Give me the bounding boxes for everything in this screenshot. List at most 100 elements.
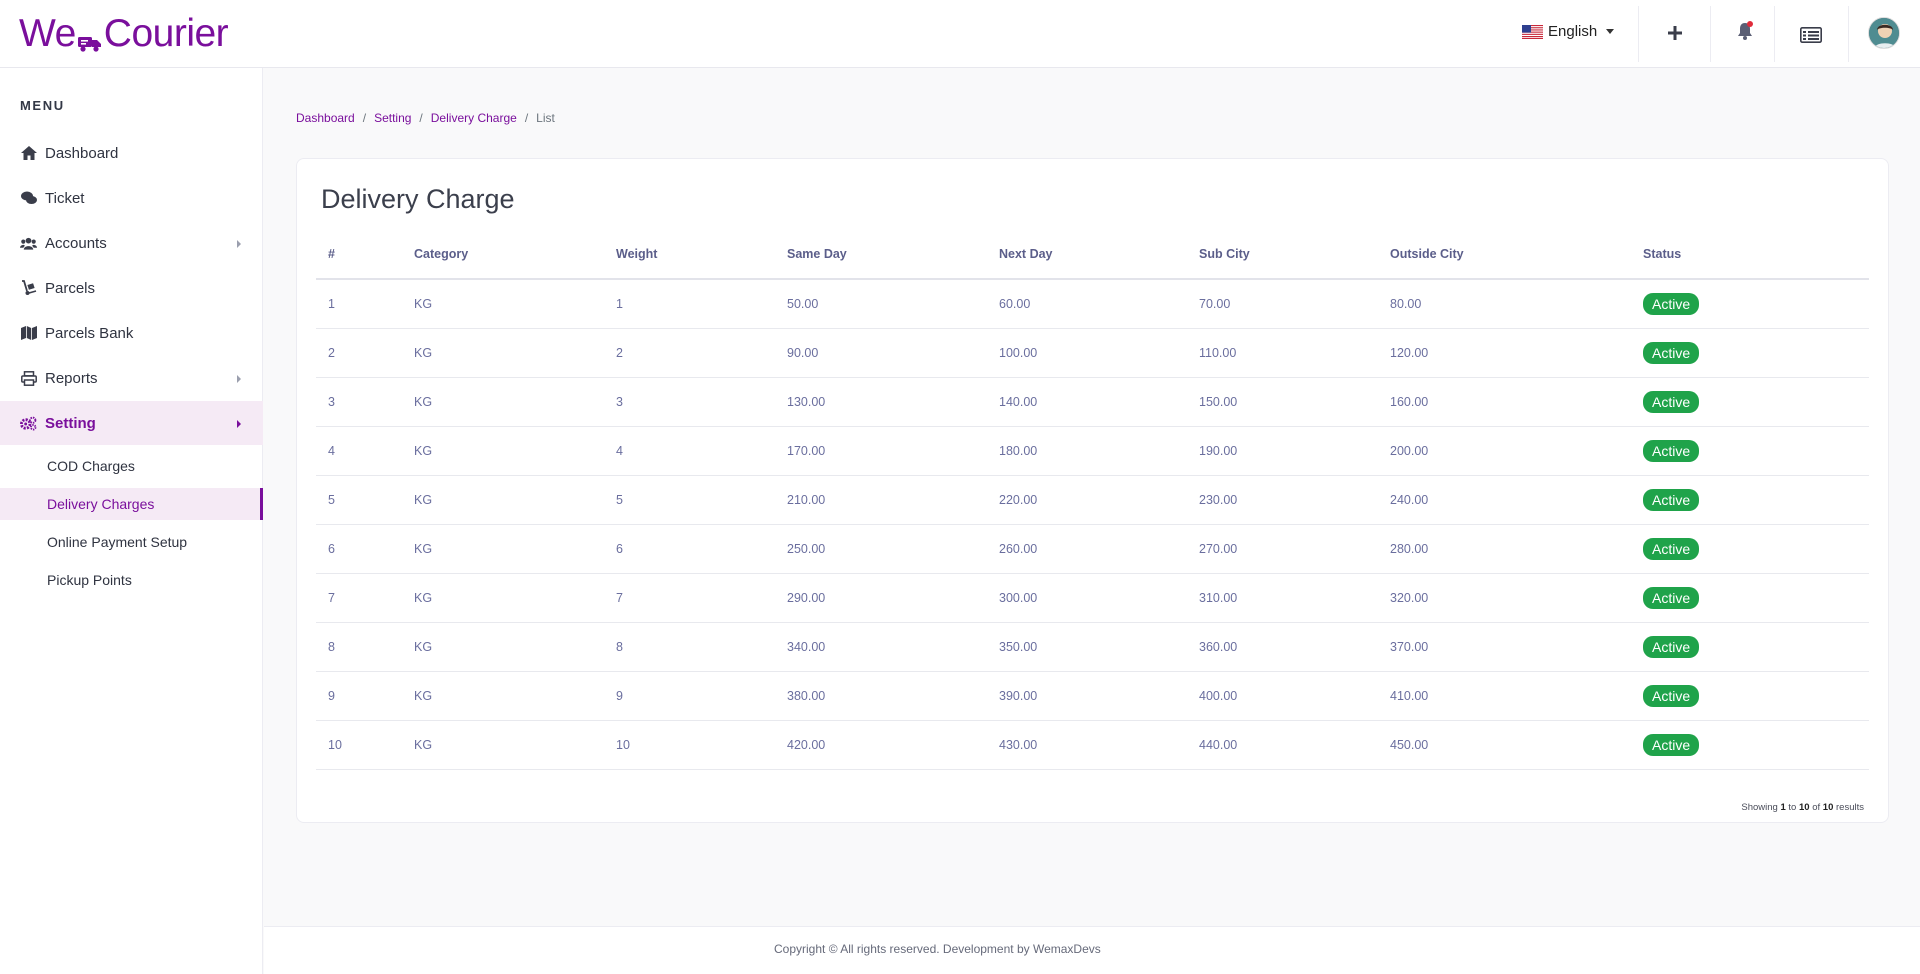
cell-sub-city: 150.00 xyxy=(1199,377,1390,427)
cell-same-day: 90.00 xyxy=(787,328,999,378)
cell-number: 5 xyxy=(316,475,414,525)
sidebar-subitem-cod-charges[interactable]: COD Charges xyxy=(0,450,263,482)
sidebar-subitem-label: Delivery Charges xyxy=(47,496,155,512)
cell-outside-city: 240.00 xyxy=(1390,475,1643,525)
cell-weight: 6 xyxy=(616,524,787,574)
cell-status: Active xyxy=(1643,622,1869,672)
cell-sub-city: 310.00 xyxy=(1199,573,1390,623)
status-badge: Active xyxy=(1643,341,1700,364)
breadcrumb-link-dashboard[interactable]: Dashboard xyxy=(296,111,355,125)
users-icon xyxy=(20,235,37,251)
cell-weight: 3 xyxy=(616,377,787,427)
table-row: 2 KG 2 90.00 100.00 110.00 120.00 Active xyxy=(316,328,1869,378)
sidebar-item-label: Accounts xyxy=(45,234,107,252)
sidebar-subitem-pickup-points[interactable]: Pickup Points xyxy=(0,564,263,596)
chevron-down-icon xyxy=(1606,29,1615,34)
cell-outside-city: 410.00 xyxy=(1390,671,1643,721)
cell-category: KG xyxy=(414,377,616,427)
breadcrumb-link-delivery-charge[interactable]: Delivery Charge xyxy=(431,111,517,125)
sidebar-subitem-label: COD Charges xyxy=(47,458,135,474)
cell-outside-city: 160.00 xyxy=(1390,377,1643,427)
cell-next-day: 430.00 xyxy=(999,720,1199,770)
cell-status: Active xyxy=(1643,720,1869,770)
cell-next-day: 390.00 xyxy=(999,671,1199,721)
bell-icon[interactable] xyxy=(1734,20,1756,42)
cell-next-day: 300.00 xyxy=(999,573,1199,623)
user-avatar[interactable] xyxy=(1868,17,1900,49)
sidebar-subitem-delivery-charges[interactable]: Delivery Charges xyxy=(0,488,263,520)
cell-sub-city: 190.00 xyxy=(1199,426,1390,476)
table-row: 8 KG 8 340.00 350.00 360.00 370.00 Activ… xyxy=(316,622,1869,672)
cell-weight: 4 xyxy=(616,426,787,476)
menu-title: MENU xyxy=(20,98,65,113)
cell-next-day: 100.00 xyxy=(999,328,1199,378)
cell-weight: 2 xyxy=(616,328,787,378)
column-header-next-day: Next Day xyxy=(999,229,1199,280)
sidebar-item-parcels-bank[interactable]: Parcels Bank xyxy=(0,311,263,355)
language-label: English xyxy=(1548,23,1598,40)
brand-logo[interactable]: We Courier xyxy=(19,12,229,56)
status-badge: Active xyxy=(1643,586,1700,609)
breadcrumb-current: List xyxy=(536,111,555,125)
chevron-right-icon xyxy=(237,240,241,248)
cell-same-day: 340.00 xyxy=(787,622,999,672)
cell-category: KG xyxy=(414,720,616,770)
cell-outside-city: 320.00 xyxy=(1390,573,1643,623)
sidebar-item-reports[interactable]: Reports xyxy=(0,356,263,400)
sidebar-item-setting[interactable]: Setting xyxy=(0,401,263,445)
table-row: 4 KG 4 170.00 180.00 190.00 200.00 Activ… xyxy=(316,426,1869,476)
cell-weight: 1 xyxy=(616,279,787,329)
sidebar-item-parcels[interactable]: Parcels xyxy=(0,266,263,310)
cell-outside-city: 280.00 xyxy=(1390,524,1643,574)
plus-icon[interactable] xyxy=(1664,22,1686,44)
cell-status: Active xyxy=(1643,328,1869,378)
divider xyxy=(1848,6,1849,62)
sidebar-item-dashboard[interactable]: Dashboard xyxy=(0,131,263,175)
sidebar-item-accounts[interactable]: Accounts xyxy=(0,221,263,265)
cell-same-day: 290.00 xyxy=(787,573,999,623)
status-badge: Active xyxy=(1643,292,1700,315)
cell-outside-city: 80.00 xyxy=(1390,279,1643,329)
cell-category: KG xyxy=(414,671,616,721)
column-header-sub-city: Sub City xyxy=(1199,229,1390,280)
logo-text-left: We xyxy=(19,12,76,55)
chevron-right-icon xyxy=(237,420,241,428)
table-row: 6 KG 6 250.00 260.00 270.00 280.00 Activ… xyxy=(316,524,1869,574)
logo-text-right: Courier xyxy=(103,12,229,55)
cell-sub-city: 360.00 xyxy=(1199,622,1390,672)
breadcrumb-separator: / xyxy=(362,111,367,125)
cell-weight: 10 xyxy=(616,720,787,770)
sidebar-item-label: Reports xyxy=(45,369,98,387)
breadcrumb-link-setting[interactable]: Setting xyxy=(374,111,411,125)
cell-number: 2 xyxy=(316,328,414,378)
results-total: 10 xyxy=(1822,802,1834,813)
sidebar-subitem-online-payment-setup[interactable]: Online Payment Setup xyxy=(0,526,263,558)
cell-status: Active xyxy=(1643,475,1869,525)
divider xyxy=(1638,6,1639,62)
status-badge: Active xyxy=(1643,684,1700,707)
sidebar: MENU Dashboard Ticket Accounts Parcels P… xyxy=(0,68,263,974)
cell-outside-city: 120.00 xyxy=(1390,328,1643,378)
cell-same-day: 250.00 xyxy=(787,524,999,574)
delivery-charge-table: # Category Weight Same Day Next Day Sub … xyxy=(316,229,1869,770)
results-prefix: Showing xyxy=(1741,802,1778,813)
cell-number: 1 xyxy=(316,279,414,329)
list-view-icon[interactable] xyxy=(1799,24,1823,46)
footer: Copyright © All rights reserved. Develop… xyxy=(264,926,1920,974)
breadcrumb-separator: / xyxy=(419,111,423,125)
status-badge: Active xyxy=(1643,537,1700,560)
results-from: 1 xyxy=(1780,802,1786,813)
breadcrumb-separator: / xyxy=(524,111,529,125)
breadcrumb: Dashboard / Setting / Delivery Charge / … xyxy=(296,111,555,125)
cell-status: Active xyxy=(1643,573,1869,623)
language-dropdown[interactable]: English xyxy=(1522,23,1615,40)
column-header-same-day: Same Day xyxy=(787,229,999,280)
cell-category: KG xyxy=(414,279,616,329)
results-suffix: results xyxy=(1836,802,1864,813)
column-header-weight: Weight xyxy=(616,229,787,280)
status-badge: Active xyxy=(1643,488,1700,511)
cell-category: KG xyxy=(414,573,616,623)
table-row: 10 KG 10 420.00 430.00 440.00 450.00 Act… xyxy=(316,720,1869,770)
sidebar-item-ticket[interactable]: Ticket xyxy=(0,176,263,220)
sidebar-item-label: Ticket xyxy=(45,189,85,207)
